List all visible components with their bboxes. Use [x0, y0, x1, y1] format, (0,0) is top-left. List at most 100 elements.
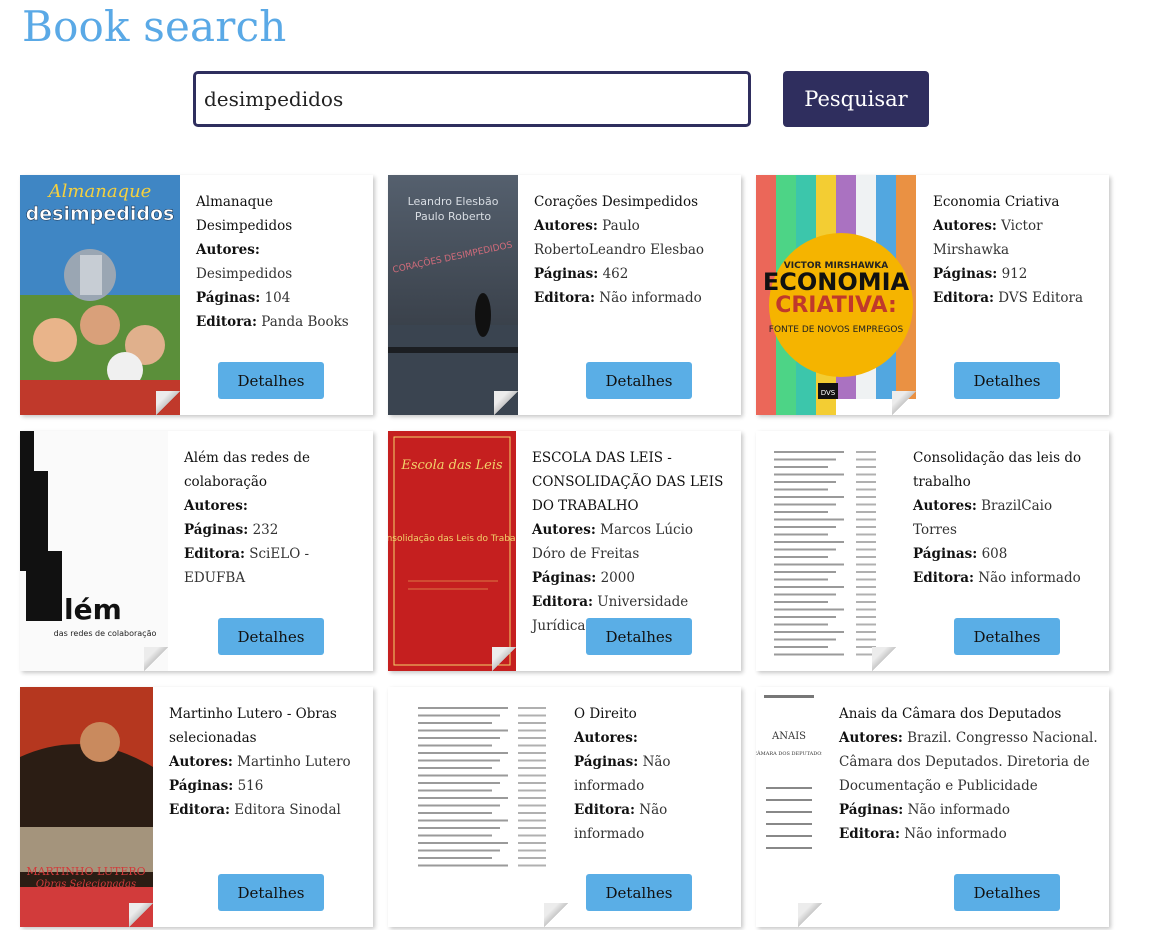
book-publisher-label: Editora: [933, 290, 994, 306]
details-button[interactable]: Detalhes [954, 362, 1060, 399]
book-authors: Autores: Marcos Lúcio Dóro de Freitas [532, 518, 727, 566]
book-card: lém das redes de colaboração Além das re… [20, 431, 373, 671]
cover-text: Escola das Leis [400, 458, 503, 473]
book-publisher-value: Não informado [599, 290, 702, 306]
book-pages-label: Páginas: [196, 290, 261, 306]
cover-text: CRIATIVA: [775, 293, 897, 318]
book-title-value: ESCOLA DAS LEIS - CONSOLIDAÇÃO DAS LEIS … [532, 450, 724, 514]
book-publisher: Editora: Editora Sinodal [169, 798, 359, 822]
book-authors-label: Autores: [933, 218, 997, 234]
book-authors-value: Martinho Lutero [237, 754, 351, 770]
book-pages-value: 232 [252, 522, 279, 538]
cover-text: Leandro Elesbão [408, 195, 499, 208]
book-pages-label: Páginas: [184, 522, 249, 538]
search-button[interactable]: Pesquisar [783, 71, 929, 127]
book-title: Além das redes de colaboração [184, 446, 359, 494]
page-curl-icon [892, 391, 916, 415]
book-title: O Direito [574, 702, 724, 726]
cover-text: MARTINHO LUTERO [26, 865, 145, 878]
book-pages-label: Páginas: [534, 266, 599, 282]
book-card: MARTINHO LUTERO Obras Selecionadas Marti… [20, 687, 373, 927]
page-curl-icon [544, 903, 568, 927]
book-title: Anais da Câmara dos Deputados [839, 702, 1099, 726]
book-title: Consolidação das leis do trabalho [913, 446, 1095, 494]
book-publisher-label: Editora: [184, 546, 245, 562]
book-publisher-label: Editora: [574, 802, 635, 818]
book-card: ANAIS CÂMARA DOS DEPUTADOS Anais da Câma… [756, 687, 1109, 927]
book-pages-value: 912 [1001, 266, 1028, 282]
details-button[interactable]: Detalhes [586, 618, 692, 655]
details-button[interactable]: Detalhes [954, 874, 1060, 911]
book-cover: Escola das Leis Consolidação das Leis do… [388, 431, 516, 671]
page-curl-icon [492, 647, 516, 671]
book-pages: Páginas: 608 [913, 542, 1095, 566]
details-button[interactable]: Detalhes [586, 362, 692, 399]
book-title-value: Almanaque Desimpedidos [196, 194, 293, 234]
book-authors-label: Autores: [196, 242, 260, 258]
book-authors-label: Autores: [534, 218, 598, 234]
book-info: Economia Criativa Autores: Victor Mirshaw… [933, 190, 1095, 310]
book-info: Almanaque Desimpedidos Autores: Desimpedi… [196, 190, 359, 334]
book-card: Escola das Leis Consolidação das Leis do… [388, 431, 741, 671]
book-info: Martinho Lutero - Obras selecionadas Auto… [169, 702, 359, 822]
details-button[interactable]: Detalhes [218, 618, 324, 655]
book-pages-label: Páginas: [913, 546, 978, 562]
cover-text: Paulo Roberto [415, 210, 492, 223]
book-pages-label: Páginas: [839, 802, 904, 818]
book-pages-value: 516 [237, 778, 264, 794]
book-card: VICTOR MIRSHAWKA ECONOMIA CRIATIVA: FONT… [756, 175, 1109, 415]
book-info: Anais da Câmara dos Deputados Autores: Br… [839, 702, 1099, 846]
book-publisher-label: Editora: [534, 290, 595, 306]
page-curl-icon [798, 903, 822, 927]
book-authors-label: Autores: [532, 522, 596, 538]
book-title-value: Anais da Câmara dos Deputados [839, 706, 1062, 722]
book-publisher-label: Editora: [839, 826, 900, 842]
book-title-value: Economia Criativa [933, 194, 1060, 210]
book-authors: Autores: Brazil. Congresso Nacional. Câm… [839, 726, 1099, 798]
book-publisher-label: Editora: [196, 314, 257, 330]
search-input[interactable] [193, 71, 751, 127]
cover-text: FONTE DE NOVOS EMPREGOS [769, 325, 904, 335]
book-pages-value: 462 [602, 266, 629, 282]
details-button[interactable]: Detalhes [954, 618, 1060, 655]
book-publisher: Editora: Não informado [534, 286, 727, 310]
results-grid: Almanaque desimpedidos Almanaque Desimpe… [20, 175, 1109, 927]
book-publisher-value: Não informado [978, 570, 1081, 586]
book-authors: Autores: Victor Mirshawka [933, 214, 1095, 262]
book-pages-label: Páginas: [169, 778, 234, 794]
book-card: Almanaque desimpedidos Almanaque Desimpe… [20, 175, 373, 415]
book-pages: Páginas: 104 [196, 286, 359, 310]
book-authors-label: Autores: [839, 730, 903, 746]
book-pages-label: Páginas: [532, 570, 597, 586]
book-cover [388, 687, 568, 927]
details-button[interactable]: Detalhes [586, 874, 692, 911]
book-authors: Autores: [574, 726, 724, 750]
book-authors-label: Autores: [184, 498, 248, 514]
book-title-value: Consolidação das leis do trabalho [913, 450, 1082, 490]
book-title: ESCOLA DAS LEIS - CONSOLIDAÇÃO DAS LEIS … [532, 446, 727, 518]
book-publisher: Editora: Não informado [913, 566, 1095, 590]
book-publisher: Editora: Não informado [839, 822, 1099, 846]
book-card: O Direito Autores: Páginas: Não informado… [388, 687, 741, 927]
book-info: O Direito Autores: Páginas: Não informado… [574, 702, 724, 846]
details-button[interactable]: Detalhes [218, 362, 324, 399]
book-cover: VICTOR MIRSHAWKA ECONOMIA CRIATIVA: FONT… [756, 175, 916, 415]
cover-text: DVS [821, 389, 836, 397]
details-button[interactable]: Detalhes [218, 874, 324, 911]
book-authors-label: Autores: [913, 498, 977, 514]
book-pages: Páginas: Não informado [574, 750, 724, 798]
book-publisher: Editora: Não informado [574, 798, 724, 846]
book-cover: ANAIS CÂMARA DOS DEPUTADOS [756, 687, 822, 927]
cover-text: Almanaque [47, 181, 152, 202]
book-authors: Autores: Martinho Lutero [169, 750, 359, 774]
book-cover: Leandro Elesbão Paulo Roberto CORAÇÕES D… [388, 175, 518, 415]
book-publisher-label: Editora: [913, 570, 974, 586]
book-pages-label: Páginas: [574, 754, 639, 770]
book-publisher-value: Não informado [904, 826, 1007, 842]
cover-text: CÂMARA DOS DEPUTADOS [756, 750, 822, 757]
book-title-value: O Direito [574, 706, 637, 722]
book-authors: Autores: [184, 494, 359, 518]
book-authors: Autores: Paulo RobertoLeandro Elesbao [534, 214, 727, 262]
book-info: Além das redes de colaboração Autores: Pá… [184, 446, 359, 590]
book-pages: Páginas: 232 [184, 518, 359, 542]
